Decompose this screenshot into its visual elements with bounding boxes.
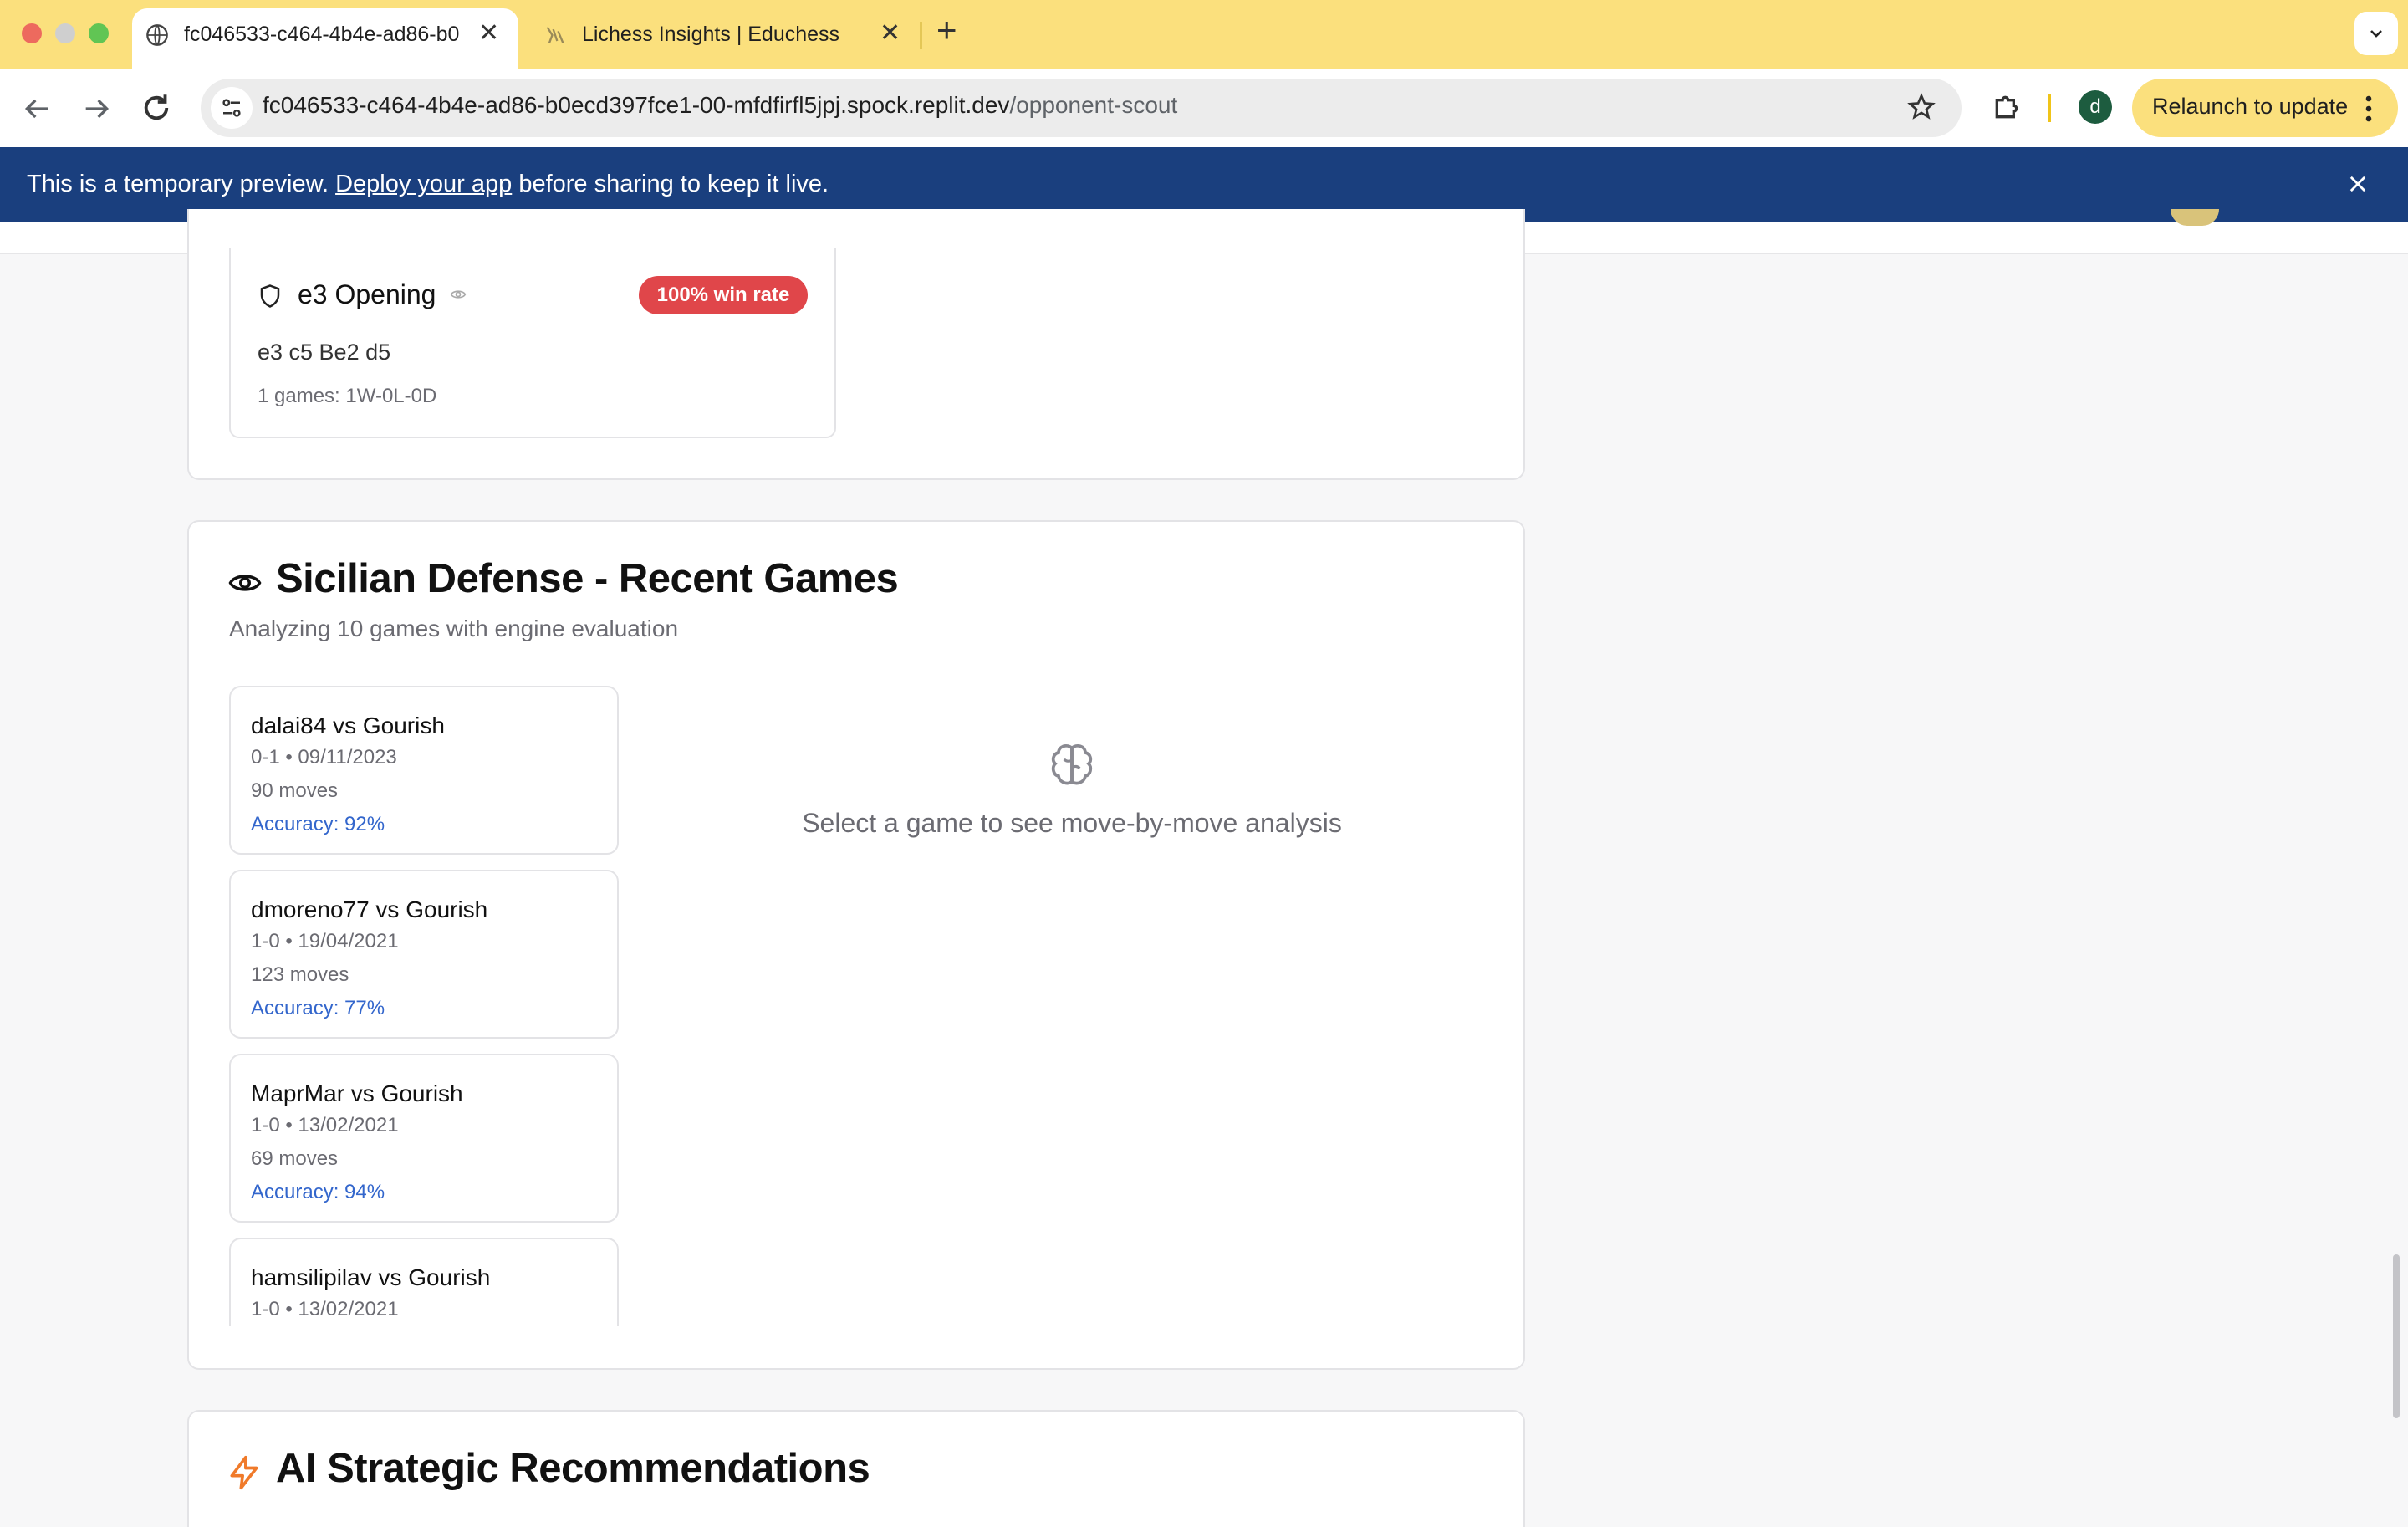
recent-games-subtitle: Analyzing 10 games with engine evaluatio…: [229, 615, 679, 641]
game-players: dmoreno77 vs Gourish: [251, 896, 488, 922]
profile-avatar[interactable]: d: [2079, 90, 2112, 124]
minimize-window-button[interactable]: [55, 23, 75, 43]
analysis-placeholder: Select a game to see move-by-move analys…: [802, 808, 1342, 838]
game-result-date: 1-0 • 13/02/2021: [251, 1298, 399, 1320]
game-accuracy: Accuracy: 77%: [251, 997, 385, 1019]
banner-text-after: before sharing to keep it live.: [518, 171, 829, 197]
brain-icon: [1051, 744, 1093, 785]
tab-title-inactive[interactable]: Lichess Insights | Educhess: [582, 23, 866, 47]
game-move-count: 69 moves: [251, 1147, 339, 1170]
eye-icon: [450, 290, 467, 299]
game-result-date: 0-1 • 09/11/2023: [251, 746, 397, 769]
ai-recommendations-title: AI Strategic Recommendations: [276, 1446, 870, 1491]
extensions-puzzle-icon[interactable]: [1990, 90, 2023, 124]
game-players: dalai84 vs Gourish: [251, 712, 445, 738]
lichess-favicon-icon: [546, 27, 564, 43]
shield-icon: [260, 284, 280, 308]
reload-icon[interactable]: [139, 90, 174, 125]
opening-moves: e3 c5 Be2 d5: [258, 340, 391, 365]
win-rate-badge: 100% win rate: [639, 276, 808, 314]
chevron-down-icon: [2370, 30, 2382, 38]
game-card[interactable]: hamsilipilav vs Gourish 1-0 • 13/02/2021: [229, 1238, 619, 1326]
game-card[interactable]: MaprMar vs Gourish 1-0 • 13/02/2021 69 m…: [229, 1054, 619, 1223]
url-host: fc046533-c464-4b4e-ad86-b0ecd397fce1-00-…: [263, 92, 1010, 118]
deploy-app-link[interactable]: Deploy your app: [335, 171, 512, 197]
game-result-date: 1-0 • 13/02/2021: [251, 1114, 399, 1136]
tab-close-icon[interactable]: ✕: [478, 18, 499, 48]
game-move-count: 123 moves: [251, 963, 349, 986]
url-text: fc046533-c464-4b4e-ad86-b0ecd397fce1-00-…: [263, 92, 1177, 119]
site-settings-icon: [222, 99, 241, 117]
more-menu-icon[interactable]: [2363, 94, 2375, 124]
tab-close-icon[interactable]: ✕: [880, 18, 900, 48]
new-tab-plus-icon[interactable]: +: [936, 10, 957, 50]
game-move-count: 90 moves: [251, 779, 339, 802]
opening-record: 1 games: 1W-0L-0D: [258, 385, 437, 407]
game-card[interactable]: dalai84 vs Gourish 0-1 • 09/11/2023 90 m…: [229, 686, 619, 855]
banner-message: This is a temporary preview. Deploy your…: [27, 171, 829, 198]
game-card[interactable]: dmoreno77 vs Gourish 1-0 • 19/04/2021 12…: [229, 870, 619, 1039]
game-list[interactable]: dalai84 vs Gourish 0-1 • 09/11/2023 90 m…: [227, 684, 629, 1326]
game-players: hamsilipilav vs Gourish: [251, 1264, 491, 1290]
tab-divider: [920, 22, 922, 49]
opening-name: e3 Opening: [298, 279, 436, 309]
game-players: MaprMar vs Gourish: [251, 1080, 463, 1106]
globe-icon: [146, 24, 168, 46]
lightning-icon: [230, 1455, 258, 1490]
close-icon[interactable]: [2346, 172, 2370, 196]
game-result-date: 1-0 • 19/04/2021: [251, 930, 399, 952]
tab-title-active: fc046533-c464-4b4e-ad86-b0ecd397fce1-00-…: [184, 23, 460, 46]
toolbar-divider: [2048, 94, 2051, 122]
game-accuracy: Accuracy: 94%: [251, 1181, 385, 1203]
bookmark-star-icon[interactable]: [1906, 92, 1936, 122]
url-path: /opponent-scout: [1009, 92, 1178, 118]
recent-games-title: Sicilian Defense - Recent Games: [276, 556, 899, 601]
banner-text-before: This is a temporary preview.: [27, 171, 329, 197]
page-scrollbar-thumb[interactable]: [2393, 1254, 2400, 1418]
zoom-window-button[interactable]: [89, 23, 109, 43]
forward-arrow-icon[interactable]: [80, 92, 114, 125]
game-accuracy: Accuracy: 92%: [251, 813, 385, 835]
relaunch-label: Relaunch to update: [2152, 94, 2349, 119]
close-window-button[interactable]: [22, 23, 42, 43]
eye-icon: [228, 575, 262, 591]
back-arrow-icon[interactable]: [20, 92, 54, 125]
